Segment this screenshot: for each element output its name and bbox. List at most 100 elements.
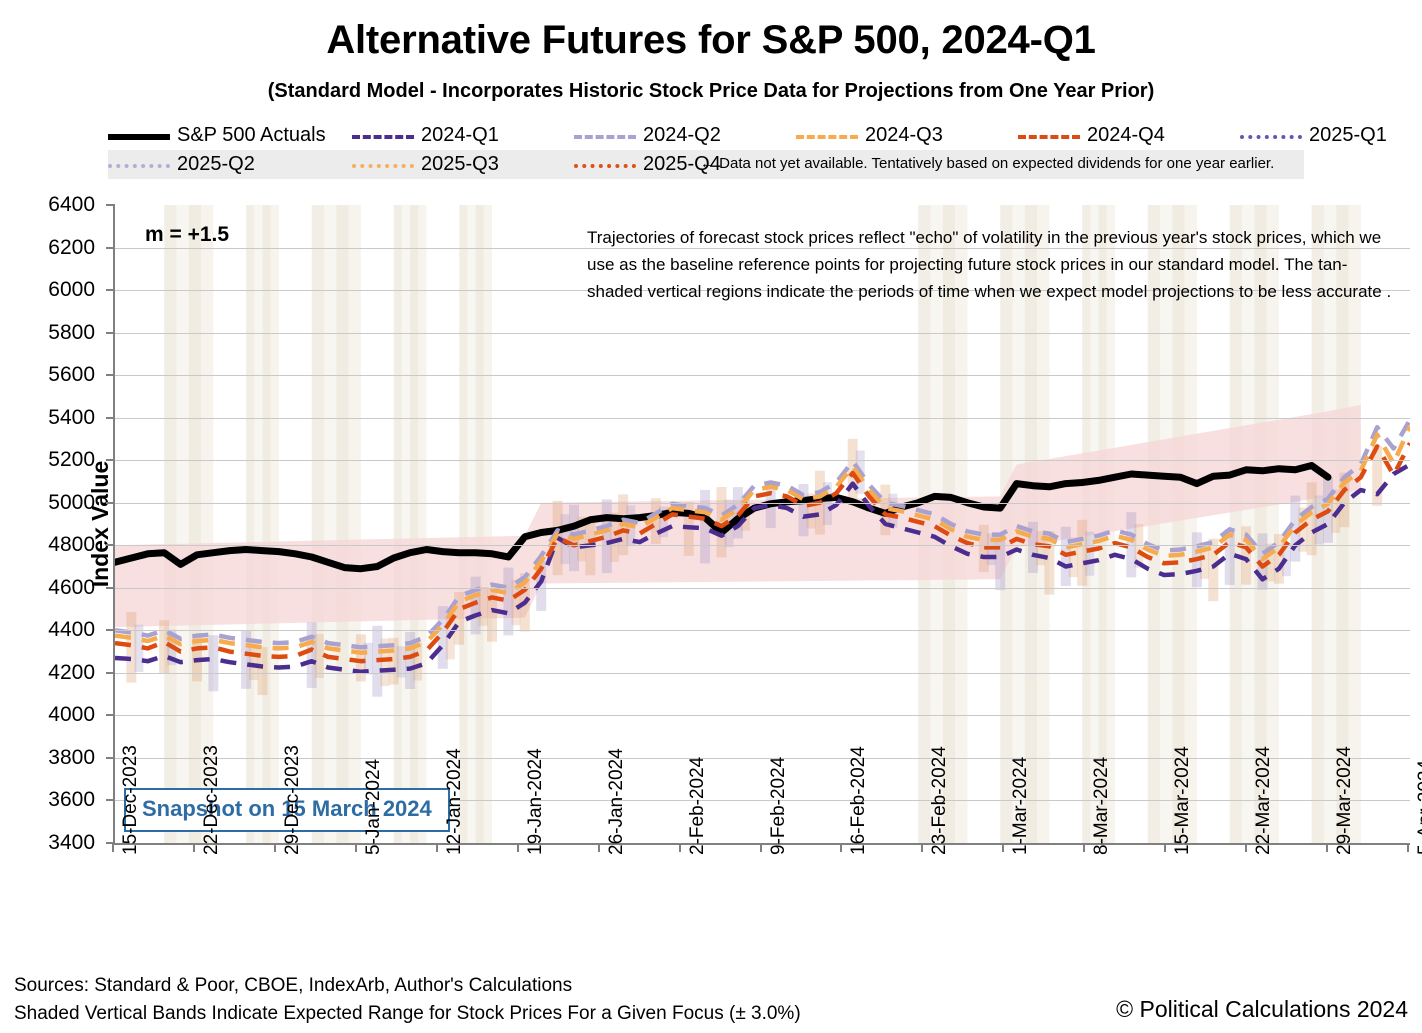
legend-swatch-dashed-icon [796,129,858,143]
footer-sources: Sources: Standard & Poor, CBOE, IndexArb… [14,972,801,1027]
legend-item-2024-q3[interactable]: 2024-Q3 [796,121,943,150]
legend-item-2025-q3[interactable]: 2025-Q3 [352,150,499,179]
y-axis-tick-label: 6000 [48,278,95,302]
gridline [115,630,1410,632]
y-axis-tick [106,204,115,206]
x-axis-tick [354,843,357,852]
legend-row-primary: S&P 500 Actuals 2024-Q1 2024-Q2 2024-Q3 2024… [108,121,1387,150]
legend-swatch-dotted-icon [1240,129,1302,143]
tan-band [418,205,427,843]
legend-item-2025-q2[interactable]: 2025-Q2 [108,150,255,179]
x-axis-tick-label: 2-Feb-2024 [686,756,708,855]
x-axis-tick [1407,843,1409,852]
legend-label: 2024-Q2 [643,124,721,146]
x-axis-tick-label: 26-Jan-2024 [605,748,627,855]
gridline [115,502,1410,504]
legend-item-2025-q4[interactable]: 2025-Q4 [574,150,721,179]
legend-item-2024-q4[interactable]: 2024-Q4 [1018,121,1165,150]
x-axis-tick [192,843,195,852]
x-axis-line [113,843,1410,845]
y-axis-tick-label: 3800 [48,745,95,769]
tan-band [188,205,202,843]
chart-subtitle: (Standard Model - Incorporates Historic … [267,80,1155,102]
x-axis-tick [597,843,600,852]
legend-swatch-dashed-icon [352,129,414,143]
y-axis-tick [106,586,115,589]
tan-band [475,205,484,843]
chart-legend: S&P 500 Actuals 2024-Q1 2024-Q2 2024-Q3 2024… [108,121,1387,179]
tan-band [467,205,476,843]
x-axis-tick-label: 29-Dec-2023 [281,745,303,855]
x-axis-tick-label: 22-Mar-2024 [1253,746,1275,855]
y-axis-tick-label: 3400 [48,831,95,854]
x-axis-tick [516,843,519,852]
tan-band [324,205,337,843]
gridline [115,375,1410,377]
chart-title: Alternative Futures for S&P 500, 2024-Q1 [326,18,1096,62]
y-axis-tick [106,671,115,674]
y-axis-tick-label: 3600 [48,788,95,812]
x-axis-tick-label: 9-Feb-2024 [767,756,789,855]
y-axis-tick-label: 4800 [48,533,95,557]
legend-label: S&P 500 Actuals [177,124,326,146]
y-axis-tick [106,756,115,759]
x-axis-tick-label: 15-Dec-2023 [120,745,141,855]
y-axis-tick-label: 5600 [48,363,95,387]
x-axis-tick-label: 8-Mar-2024 [1091,756,1113,855]
gridline [115,545,1410,547]
legend-item-2024-q2[interactable]: 2024-Q2 [574,121,721,150]
x-axis-tick-label: 15-Mar-2024 [1172,746,1194,855]
legend-item-2025-q1[interactable]: 2025-Q1 [1240,121,1387,150]
legend-label: 2025-Q1 [1309,124,1387,146]
y-axis-tick-label: 4200 [48,660,95,684]
legend-label: 2025-Q2 [177,153,255,175]
gridline [115,332,1410,334]
sources-line: Sources: Standard & Poor, CBOE, IndexArb… [14,975,573,996]
x-axis-tick-label: 12-Jan-2024 [443,748,465,855]
legend-item-s-p-500-actuals[interactable]: S&P 500 Actuals [108,121,326,150]
tan-band [246,205,255,843]
gridline [115,757,1410,759]
gridline [115,460,1410,462]
y-axis-tick-label: 5200 [48,448,95,472]
x-axis-tick-label: 29-Mar-2024 [1334,746,1356,855]
gridline [115,587,1410,589]
x-axis-tick-label: 16-Feb-2024 [848,746,870,855]
tan-band [262,205,271,843]
tan-band [311,205,324,843]
y-axis-tick [106,331,115,334]
x-axis-tick [1083,843,1086,852]
y-axis-tick [106,629,115,632]
gridline [115,417,1410,419]
y-axis-tick [106,459,115,462]
legend-label: 2025-Q3 [421,153,499,175]
legend-swatch-dotted-icon [352,158,414,172]
x-axis-tick-label: 22-Dec-2023 [200,745,222,855]
volatility-bar [478,587,488,626]
chart-root: Alternative Futures for S&P 500, 2024-Q1… [0,0,1422,1033]
volatility-bar [208,635,219,692]
legend-swatch-dotted-icon [574,158,636,172]
y-axis-tick-label: 6400 [48,193,95,216]
y-axis-tick [106,374,115,377]
legend-swatch-dashed-icon [574,129,636,143]
y-axis-tick-label: 5400 [48,405,95,429]
x-axis-tick-label: 1-Mar-2024 [1010,756,1032,855]
copyright: © Political Calculations 2024 [1116,996,1408,1022]
x-axis-tick [1245,843,1248,852]
x-axis-tick [759,843,762,852]
x-axis-tick [1326,843,1329,852]
x-axis-tick-label: 23-Feb-2024 [929,746,951,855]
y-axis-tick-label: 4000 [48,703,95,727]
legend-item-2024-q1[interactable]: 2024-Q1 [352,121,499,150]
y-axis-tick [106,289,115,292]
y-axis-tick [106,501,115,504]
slope-annotation: m = +1.5 [145,223,230,246]
legend-row-secondary: 2025-Q2 2025-Q3 2025-Q4 ← Data not yet avai… [108,150,1304,179]
tan-band [336,205,349,843]
tan-band [270,205,279,843]
tan-band [401,205,411,843]
tan-band [254,205,263,843]
volatility-bar [314,634,324,678]
x-axis-tick [921,843,924,852]
